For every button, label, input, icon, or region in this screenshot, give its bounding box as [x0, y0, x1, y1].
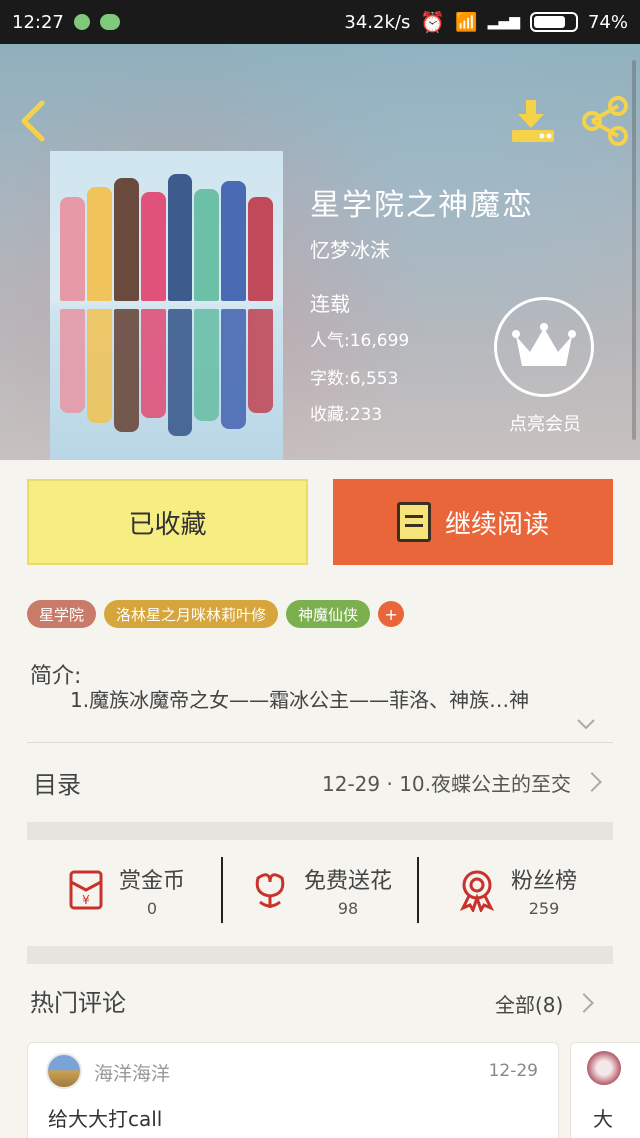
back-button[interactable] [14, 99, 54, 143]
red-envelope-icon: ¥ [69, 870, 103, 910]
wifi-icon: 📶 [455, 11, 478, 33]
book-cover-image[interactable] [50, 151, 283, 460]
tag-list: 星学院 洛林星之月咪林莉叶修 神魔仙侠 + [27, 600, 405, 628]
comment-text: 给大大打call [48, 1107, 163, 1131]
intro-text[interactable]: 1.魔族冰魔帝之女——霜冰公主——菲洛、神族…神 [70, 684, 618, 713]
comment-username[interactable]: 海洋海洋 [94, 1059, 170, 1086]
download-button[interactable] [508, 96, 558, 146]
status-time: 12:27 [12, 11, 64, 33]
status-bar: 12:27 34.2k/s ⏰ 📶 ▂▄▆ 74% [0, 0, 640, 44]
reward-coins-count: 0 [146, 898, 158, 918]
table-of-contents-row[interactable]: 目录 12-29 · 10.夜蝶公主的至交 [27, 744, 613, 820]
vip-label: 点亮会员 [509, 414, 581, 435]
hot-comments-title: 热门评论 [30, 989, 126, 1017]
send-flower-count: 98 [337, 898, 359, 918]
alarm-icon: ⏰ [420, 10, 446, 34]
support-actions: ¥ 赏金币 0 免费送花 98 粉丝榜 259 [27, 840, 613, 940]
collected-button[interactable]: 已收藏 [27, 479, 308, 565]
book-header: 星学院之神魔恋 忆梦冰沫 连载 人气:16,699 字数:6,553 收藏:23… [0, 44, 640, 460]
book-word-count: 字数:6,553 [310, 369, 399, 389]
book-icon [396, 502, 431, 542]
continue-reading-button[interactable]: 继续阅读 [333, 479, 613, 565]
fan-ranking-count: 259 [528, 898, 560, 918]
book-author[interactable]: 忆梦冰沫 [310, 234, 390, 263]
toc-label: 目录 [33, 770, 81, 799]
tag-item[interactable]: 神魔仙侠 [286, 600, 371, 628]
share-button[interactable] [580, 96, 630, 146]
collected-label: 已收藏 [128, 509, 207, 540]
comment-card[interactable]: 大 [570, 1042, 640, 1138]
tag-item[interactable]: 星学院 [27, 600, 97, 628]
latest-chapter: 12-29 · 10.夜蝶公主的至交 [322, 771, 571, 796]
section-separator [27, 822, 613, 840]
signal-icon: ▂▄▆ [487, 14, 520, 30]
reward-coins-button[interactable]: ¥ 赏金币 0 [27, 840, 221, 940]
book-collections: 收藏:233 [310, 405, 383, 425]
expand-chevron-icon[interactable] [574, 712, 598, 736]
wechat-notification-icon [99, 14, 120, 30]
share-icon [582, 96, 628, 146]
comment-date: 12-29 [488, 1061, 538, 1081]
medal-icon [459, 870, 495, 912]
book-title: 星学院之神魔恋 [310, 188, 534, 223]
book-popularity: 人气:16,699 [310, 331, 410, 351]
add-tag-button[interactable]: + [378, 601, 405, 627]
reward-coins-label: 赏金币 [118, 868, 185, 894]
home-notification-icon [73, 14, 90, 30]
scrollbar[interactable] [632, 60, 636, 440]
chevron-right-icon [582, 772, 602, 792]
avatar[interactable] [587, 1051, 621, 1085]
vip-button[interactable] [494, 297, 594, 397]
comment-card[interactable]: 海洋海洋 12-29 给大大打call [27, 1042, 559, 1138]
book-status: 连载 [310, 292, 350, 316]
all-comments-label: 全部(8) [495, 992, 564, 1017]
fan-ranking-button[interactable]: 粉丝榜 259 [419, 840, 613, 940]
flower-icon [255, 873, 285, 908]
download-icon [512, 100, 554, 142]
fan-ranking-label: 粉丝榜 [510, 868, 577, 894]
send-flower-button[interactable]: 免费送花 98 [223, 840, 417, 940]
avatar[interactable] [46, 1053, 82, 1089]
back-arrow-icon [21, 100, 45, 142]
section-separator [27, 946, 613, 964]
battery-icon [529, 12, 578, 32]
crown-icon [512, 323, 576, 366]
comment-text: 大 [593, 1107, 613, 1131]
all-comments-link[interactable]: 全部(8) [495, 988, 605, 1018]
continue-reading-label: 继续阅读 [444, 509, 549, 540]
chevron-right-icon [574, 993, 595, 1013]
battery-level: 74% [587, 11, 628, 33]
send-flower-label: 免费送花 [303, 868, 392, 894]
divider [27, 742, 613, 743]
network-speed: 34.2k/s [344, 11, 411, 33]
svg-text:¥: ¥ [82, 893, 90, 907]
tag-item[interactable]: 洛林星之月咪林莉叶修 [104, 600, 279, 628]
